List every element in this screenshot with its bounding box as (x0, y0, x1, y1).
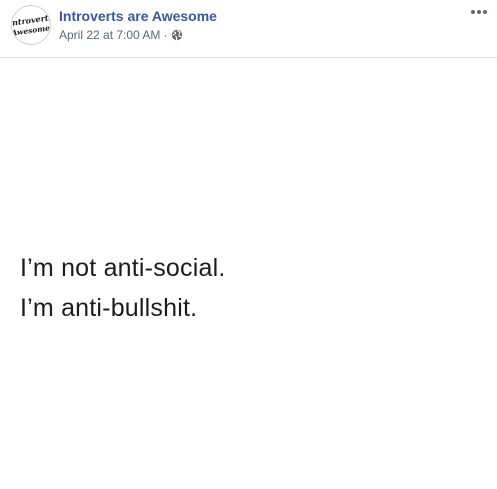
post-header: Introverts Awesome Introverts are Awesom… (0, 0, 497, 58)
post-meta: April 22 at 7:00 AM · (59, 28, 183, 42)
quote-text: I’m not anti-social. I’m anti-bullshit. (20, 248, 225, 328)
more-options-icon[interactable] (469, 4, 489, 20)
facebook-post: Introverts Awesome Introverts are Awesom… (0, 0, 497, 489)
avatar-logo-icon: Introverts Awesome (12, 7, 50, 43)
meta-separator: · (163, 28, 168, 42)
page-avatar[interactable]: Introverts Awesome (11, 5, 51, 45)
quote-line-2: I’m anti-bullshit. (20, 294, 198, 322)
post-timestamp[interactable]: April 22 at 7:00 AM (59, 28, 160, 42)
globe-icon[interactable] (171, 29, 183, 41)
page-name-link[interactable]: Introverts are Awesome (59, 8, 217, 24)
post-image[interactable]: I’m not anti-social. I’m anti-bullshit. (0, 58, 497, 489)
quote-line-1: I’m not anti-social. (20, 254, 226, 282)
